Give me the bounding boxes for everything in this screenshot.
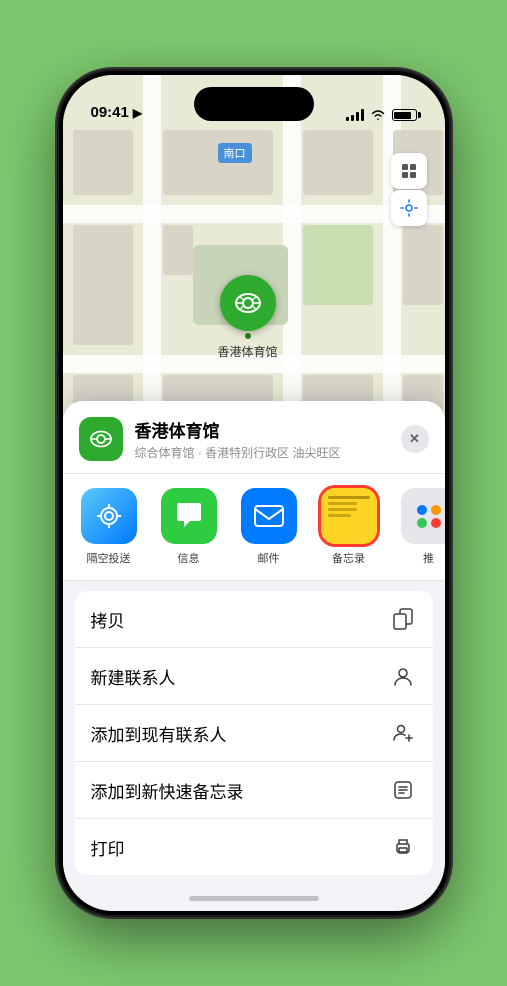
add-contact-label: 添加到现有联系人 <box>91 721 227 746</box>
notes-label: 备忘录 <box>332 550 365 566</box>
quick-note-label: 添加到新快速备忘录 <box>91 778 244 803</box>
phone-screen: 09:41 ▶ <box>63 75 445 911</box>
add-contact-icon <box>389 719 417 747</box>
share-app-more[interactable]: 推 <box>399 488 445 566</box>
quick-note-icon <box>389 776 417 804</box>
location-card: 香港体育馆 综合体育馆 · 香港特别行政区 油尖旺区 ✕ <box>63 401 445 474</box>
copy-icon <box>389 605 417 633</box>
action-add-contact[interactable]: 添加到现有联系人 <box>75 705 433 762</box>
map-buttons <box>391 153 427 226</box>
signal-icon <box>346 109 364 121</box>
print-label: 打印 <box>91 835 125 860</box>
new-contact-icon <box>389 662 417 690</box>
phone-frame: 09:41 ▶ <box>59 71 449 915</box>
action-print[interactable]: 打印 <box>75 819 433 875</box>
messages-icon <box>161 488 217 544</box>
mail-icon <box>241 488 297 544</box>
more-label: 推 <box>423 550 434 566</box>
map-layers-button[interactable] <box>391 153 427 189</box>
action-copy[interactable]: 拷贝 <box>75 591 433 648</box>
venue-subtitle: 综合体育馆 · 香港特别行政区 油尖旺区 <box>135 444 389 461</box>
close-button[interactable]: ✕ <box>401 425 429 453</box>
home-indicator <box>189 896 319 901</box>
pin-label: 香港体育馆 <box>218 343 278 360</box>
battery-icon <box>392 109 417 121</box>
share-apps-row: 隔空投送 信息 <box>63 474 445 581</box>
pin-dot <box>245 333 251 339</box>
map-label: 南口 <box>218 143 252 163</box>
dynamic-island <box>194 87 314 121</box>
stadium-pin[interactable]: 香港体育馆 <box>218 275 278 360</box>
airdrop-label: 隔空投送 <box>87 550 131 566</box>
wifi-icon <box>370 109 386 121</box>
copy-label: 拷贝 <box>91 607 125 632</box>
venue-info: 香港体育馆 综合体育馆 · 香港特别行政区 油尖旺区 <box>135 417 389 461</box>
airdrop-icon <box>81 488 137 544</box>
share-app-airdrop[interactable]: 隔空投送 <box>79 488 139 566</box>
mail-label: 邮件 <box>258 550 280 566</box>
new-contact-label: 新建联系人 <box>91 664 176 689</box>
share-app-mail[interactable]: 邮件 <box>239 488 299 566</box>
time-display: 09:41 <box>91 104 129 121</box>
share-app-notes[interactable]: 备忘录 <box>319 488 379 566</box>
action-new-contact[interactable]: 新建联系人 <box>75 648 433 705</box>
venue-name: 香港体育馆 <box>135 417 389 442</box>
share-app-messages[interactable]: 信息 <box>159 488 219 566</box>
venue-icon <box>79 417 123 461</box>
status-icons <box>346 109 417 121</box>
location-button[interactable] <box>391 190 427 226</box>
more-icon <box>401 488 445 544</box>
pin-icon <box>220 275 276 331</box>
messages-label: 信息 <box>178 550 200 566</box>
status-time: 09:41 ▶ <box>91 104 143 121</box>
action-quick-note[interactable]: 添加到新快速备忘录 <box>75 762 433 819</box>
bottom-sheet: 香港体育馆 综合体育馆 · 香港特别行政区 油尖旺区 ✕ <box>63 401 445 911</box>
action-list: 拷贝 新建联系人 <box>75 591 433 875</box>
notes-icon <box>321 488 377 544</box>
print-icon <box>389 833 417 861</box>
location-arrow-icon: ▶ <box>133 106 142 120</box>
